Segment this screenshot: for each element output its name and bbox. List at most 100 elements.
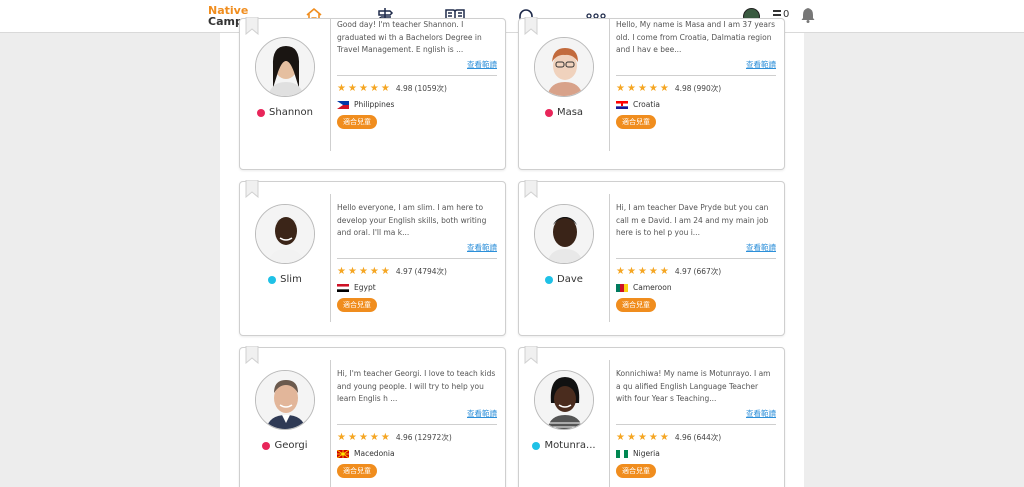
bookmark-icon[interactable] [524,17,538,35]
info-separator [337,424,497,425]
flag-hr-icon [616,100,628,109]
bookmark-icon[interactable] [245,346,259,364]
view-more-link[interactable]: 查看範讀 [616,408,776,419]
teacher-rating: ★ ★ ★ ★ ★ 4.96 (644次) [616,432,776,443]
rating-score: 4.98 [395,84,413,93]
star-icon: ★ [659,82,669,94]
star-icon: ★ [659,431,669,443]
bell-icon[interactable] [801,7,815,27]
star-icon: ★ [347,82,357,94]
teacher-photo[interactable] [255,37,315,97]
star-icon: ★ [648,82,658,94]
teacher-intro: Hi, I'm teacher Georgi. I love to teach … [337,369,496,403]
teacher-info: Hello everyone, I am slim. I am here to … [337,202,497,312]
teacher-card[interactable]: Slim Hello everyone, I am slim. I am her… [239,180,506,336]
star-icon: ★ [347,431,357,443]
star-icon: ★ [369,265,379,277]
kids-badge: 適合兒童 [337,115,377,129]
teacher-photo[interactable] [534,37,594,97]
teacher-name[interactable]: Masa [557,107,583,118]
flag-eg-icon [337,283,349,292]
card-divider [330,19,331,151]
flag-ph-icon [337,100,349,109]
teacher-photo[interactable] [534,370,594,430]
teacher-name-row: Motunra... [519,440,609,451]
teacher-card[interactable]: Shannon Good day! I'm teacher Shannon. I… [239,17,506,170]
teacher-info: Hi, I am teacher Dave Pryde but you can … [616,202,776,312]
review-count: (12972次) [414,433,452,442]
star-icon: ★ [369,82,379,94]
teacher-info: Hi, I'm teacher Georgi. I love to teach … [337,368,497,478]
star-icon: ★ [369,431,379,443]
star-icon: ★ [648,265,658,277]
view-more-link[interactable]: 查看範讀 [337,59,497,70]
teacher-info: Konnichiwa! My name is Motunrayo. I am a… [616,368,776,478]
teacher-rating: ★ ★ ★ ★ ★ 4.98 (1059次) [337,83,497,94]
bookmark-icon[interactable] [524,346,538,364]
view-more-link[interactable]: 查看範讀 [337,408,497,419]
star-icon: ★ [637,431,647,443]
status-indicator [262,441,271,450]
country-name: Cameroon [633,283,672,292]
view-more-link[interactable]: 查看範讀 [616,242,776,253]
teacher-card[interactable]: Motunra... Konnichiwa! My name is Motunr… [518,346,785,487]
flag-mk-icon [337,449,349,458]
teacher-country: Philippines [337,100,497,109]
rating-score: 4.97 [674,267,692,276]
teacher-name-row: Slim [240,274,330,285]
star-icon: ★ [358,265,368,277]
card-divider [609,360,610,487]
view-more-link[interactable]: 查看範讀 [616,59,776,70]
teacher-card[interactable]: Masa Hello, My name is Masa and I am 37 … [518,17,785,170]
info-separator [337,75,497,76]
teacher-info: Good day! I'm teacher Shannon. I graduat… [337,19,497,129]
teacher-rating: ★ ★ ★ ★ ★ 4.97 (4794次) [337,266,497,277]
rating-score: 4.97 [395,267,413,276]
top-navigation-bar: Native Camp. 0 [0,0,1024,33]
review-count: (4794次) [414,267,447,276]
star-icon: ★ [616,265,625,277]
bookmark-icon[interactable] [524,180,538,198]
info-separator [616,258,776,259]
flag-cm-icon [616,283,628,292]
star-icon: ★ [616,431,625,443]
view-more-link[interactable]: 查看範讀 [337,242,497,253]
review-count: (667次) [693,267,722,276]
teacher-name[interactable]: Shannon [269,107,313,118]
teacher-name[interactable]: Dave [557,274,583,285]
kids-badge: 適合兒童 [337,464,377,478]
star-icon: ★ [337,431,346,443]
teacher-photo[interactable] [255,204,315,264]
teacher-name[interactable]: Georgi [274,440,307,451]
star-icon: ★ [626,265,636,277]
teacher-country: Croatia [616,100,776,109]
bookmark-icon[interactable] [245,180,259,198]
teacher-name[interactable]: Slim [280,274,302,285]
star-icon: ★ [358,82,368,94]
teacher-rating: ★ ★ ★ ★ ★ 4.98 (990次) [616,83,776,94]
rating-score: 4.96 [674,433,692,442]
country-name: Macedonia [354,449,395,458]
teacher-country: Cameroon [616,283,776,292]
teacher-card[interactable]: Georgi Hi, I'm teacher Georgi. I love to… [239,346,506,487]
teacher-card[interactable]: Dave Hi, I am teacher Dave Pryde but you… [518,180,785,336]
teacher-intro: Hello everyone, I am slim. I am here to … [337,203,487,237]
teacher-intro: Good day! I'm teacher Shannon. I graduat… [337,20,482,54]
bookmark-icon[interactable] [245,17,259,35]
kids-badge: 適合兒童 [616,115,656,129]
star-icon: ★ [380,82,390,94]
teacher-name-row: Masa [519,107,609,118]
teacher-photo[interactable] [255,370,315,430]
flag-ng-icon [616,449,628,458]
info-separator [616,424,776,425]
card-divider [330,360,331,487]
star-icon: ★ [626,431,636,443]
teacher-intro: Konnichiwa! My name is Motunrayo. I am a… [616,369,771,403]
country-name: Nigeria [633,449,660,458]
teacher-name[interactable]: Motunra... [544,440,595,451]
rating-score: 4.98 [674,84,692,93]
teacher-photo[interactable] [534,204,594,264]
country-name: Croatia [633,100,660,109]
teacher-rating: ★ ★ ★ ★ ★ 4.96 (12972次) [337,432,497,443]
teacher-intro: Hi, I am teacher Dave Pryde but you can … [616,203,769,237]
